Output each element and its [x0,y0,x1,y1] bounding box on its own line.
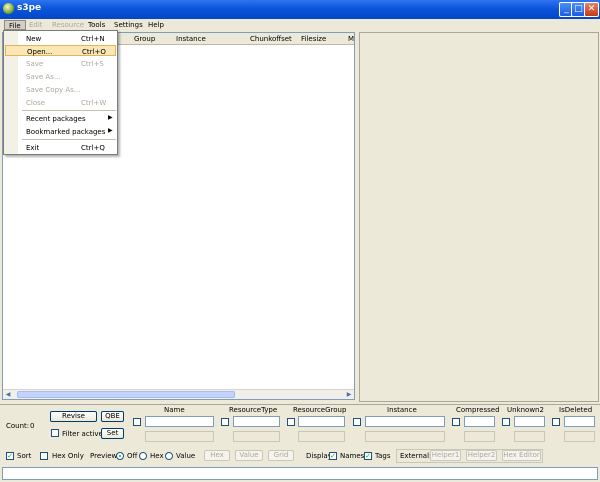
filter-instance-value [365,431,445,442]
menu-item-save[interactable]: Save Ctrl+S [5,58,116,69]
count-value: 0 [30,422,35,430]
tags-checkbox[interactable]: ✓ [364,452,372,460]
names-checkbox[interactable]: ✓ [329,452,337,460]
menu-item-new[interactable]: New Ctrl+N [5,33,116,44]
grid-button[interactable]: Grid [268,450,294,461]
filter-resourcetype-input[interactable] [233,416,280,427]
preview-value-radio[interactable] [165,452,173,460]
menu-separator [22,110,116,111]
filter-compressed-input[interactable] [464,416,495,427]
preview-hex-radio[interactable] [139,452,147,460]
hex-only-checkbox[interactable] [40,452,48,460]
value-button[interactable]: Value [235,450,263,461]
column-filesize[interactable]: Filesize [301,35,326,43]
filter-compressed-checkbox[interactable] [452,418,460,426]
file-menu: New Ctrl+N Open... Ctrl+O Save Ctrl+S Sa… [3,30,118,155]
filter-header-isdeleted: IsDeleted [559,406,593,414]
filter-active-checkbox[interactable] [51,429,59,437]
qbe-button[interactable]: QBE [101,411,124,422]
menu-help[interactable]: Help [144,20,168,30]
menu-item-exit[interactable]: Exit Ctrl+Q [5,142,116,153]
menu-item-bookmarked-packages[interactable]: Bookmarked packages ▶ [5,126,116,137]
hex-only-label: Hex Only [52,452,84,460]
menu-edit[interactable]: Edit [25,20,47,30]
filter-unknown2-checkbox[interactable] [502,418,510,426]
close-window-button[interactable]: ✕ [584,2,599,17]
window-title: s3pe [17,3,42,13]
sort-checkbox[interactable]: ✓ [6,452,14,460]
menu-item-close[interactable]: Close Ctrl+W [5,97,116,108]
filter-isdeleted-value [564,431,595,442]
menu-item-open[interactable]: Open... Ctrl+O [5,45,116,56]
menu-settings[interactable]: Settings [110,20,147,30]
filter-name-value [145,431,214,442]
set-button[interactable]: Set [101,428,124,439]
filter-header-instance: Instance [387,406,417,414]
column-instance[interactable]: Instance [176,35,206,43]
helper1-button[interactable]: Helper1 [430,450,461,461]
column-chunkoffset[interactable]: Chunkoffset [250,35,292,43]
scroll-right-icon[interactable]: ▶ [344,390,354,399]
submenu-arrow-icon: ▶ [108,114,113,121]
filter-header-unknown2: Unknown2 [507,406,544,414]
preview-off-radio[interactable] [116,452,124,460]
menu-tools[interactable]: Tools [84,20,109,30]
filter-name-checkbox[interactable] [133,418,141,426]
filter-isdeleted-input[interactable] [564,416,595,427]
submenu-arrow-icon: ▶ [108,127,113,134]
filter-instance-checkbox[interactable] [353,418,361,426]
filter-resourcetype-checkbox[interactable] [221,418,229,426]
column-m[interactable]: M [348,35,354,43]
filter-resourcegroup-input[interactable] [298,416,345,427]
menu-item-save-as[interactable]: Save As... [5,71,116,82]
names-label: Names [340,452,365,460]
menu-file[interactable]: File [4,20,26,30]
filter-unknown2-input[interactable] [514,416,545,427]
filter-compressed-value [464,431,495,442]
sort-label: Sort [17,452,32,460]
menu-separator [22,139,116,140]
count-label: Count: [6,422,30,430]
column-group[interactable]: Group [134,35,155,43]
filter-header-resourcetype: ResourceType [229,406,278,414]
preview-hex-label: Hex [150,452,164,460]
filter-resourcetype-value [233,431,280,442]
tags-label: Tags [375,452,391,460]
preview-pane [359,32,599,402]
filter-unknown2-value [514,431,545,442]
filter-resourcegroup-checkbox[interactable] [287,418,295,426]
scroll-thumb[interactable] [17,391,235,398]
helper2-button[interactable]: Helper2 [466,450,497,461]
title-bar: s3pe _ □ ✕ [0,0,600,19]
filter-header-compressed: Compressed [456,406,500,414]
menu-item-save-copy-as[interactable]: Save Copy As... [5,84,116,95]
menu-item-recent-packages[interactable]: Recent packages ▶ [5,113,116,124]
status-bar [2,467,598,480]
filter-isdeleted-checkbox[interactable] [552,418,560,426]
preview-off-label: Off [127,452,138,460]
filter-panel: Count: 0 Revise QBE Filter active Set Na… [0,404,600,466]
scroll-left-icon[interactable]: ◀ [3,390,13,399]
hex-button[interactable]: Hex [204,450,230,461]
preview-label: Preview: [90,452,120,460]
filter-resourcegroup-value [298,431,345,442]
menu-resource[interactable]: Resource [48,20,88,30]
filter-instance-input[interactable] [365,416,445,427]
preview-value-label: Value [176,452,196,460]
filter-header-resourcegroup: ResourceGroup [293,406,347,414]
horizontal-scrollbar[interactable]: ◀ ▶ [3,389,354,399]
filter-active-label: Filter active [62,430,103,438]
app-icon [3,3,14,14]
revise-button[interactable]: Revise [50,411,97,422]
filter-header-name: Name [164,406,185,414]
external-label: External: [400,452,432,460]
filter-name-input[interactable] [145,416,214,427]
hex-editor-button[interactable]: Hex Editor [502,450,541,461]
